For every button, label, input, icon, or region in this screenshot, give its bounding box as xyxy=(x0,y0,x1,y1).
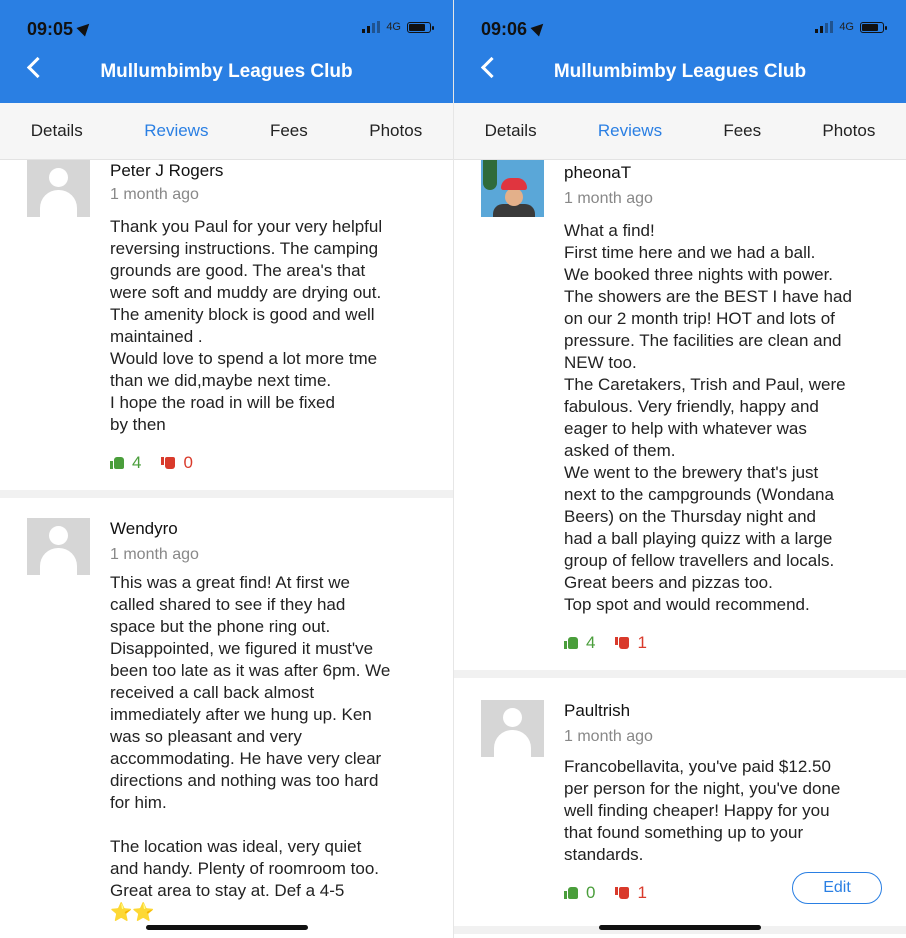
review-time: 1 month ago xyxy=(110,186,199,203)
reviews-list[interactable]: Peter J Rogers 1 month ago Thank you Pau… xyxy=(0,160,453,938)
upvote-button[interactable]: 4 xyxy=(110,453,141,473)
status-time: 09:05 xyxy=(27,19,94,40)
star-emoji: ⭐⭐ xyxy=(110,902,155,922)
downvote-count: 1 xyxy=(637,633,647,652)
reviewer-name: Paultrish xyxy=(564,701,631,720)
divider xyxy=(0,490,453,498)
tab-details[interactable]: Details xyxy=(27,115,87,147)
review-item: Wendyro 1 month ago This was a great fin… xyxy=(0,498,453,923)
vote-bar: 4 1 xyxy=(564,630,892,656)
thumbs-up-icon xyxy=(564,637,578,649)
battery-icon xyxy=(407,21,434,33)
thumbs-down-icon xyxy=(615,637,630,649)
divider xyxy=(454,670,906,678)
avatar-placeholder-icon xyxy=(481,700,544,757)
downvote-button[interactable]: 0 xyxy=(161,453,193,473)
tab-reviews[interactable]: Reviews xyxy=(594,115,666,147)
signal-icon xyxy=(362,21,381,33)
upvote-count: 0 xyxy=(586,883,596,902)
downvote-count: 1 xyxy=(637,883,647,902)
tab-photos[interactable]: Photos xyxy=(365,115,426,147)
tab-bar: Details Reviews Fees Photos xyxy=(0,103,453,160)
review-time: 1 month ago xyxy=(564,190,653,207)
battery-icon xyxy=(860,21,887,33)
home-indicator[interactable] xyxy=(599,925,761,930)
status-time: 09:06 xyxy=(481,19,548,40)
right-phone-screen: 09:06 4G Mullumbimby Leagues Club Detail… xyxy=(453,0,906,938)
review-time: 1 month ago xyxy=(110,546,199,563)
tab-bar: Details Reviews Fees Photos xyxy=(454,103,906,160)
page-title: Mullumbimby Leagues Club xyxy=(553,61,807,82)
downvote-button[interactable]: 1 xyxy=(615,633,647,653)
upvote-count: 4 xyxy=(586,633,596,652)
edit-button[interactable]: Edit xyxy=(792,872,882,904)
network-label: 4G xyxy=(839,21,854,33)
review-item: Paultrish 1 month ago Francobellavita, y… xyxy=(454,678,906,906)
reviews-list[interactable]: pheonaT 1 month ago What a find! First t… xyxy=(454,160,906,938)
vote-bar: 0 1 Edit xyxy=(564,872,892,906)
network-label: 4G xyxy=(386,21,401,33)
page-title: Mullumbimby Leagues Club xyxy=(100,61,353,82)
thumbs-up-icon xyxy=(110,457,124,469)
avatar-photo-icon xyxy=(481,160,544,217)
status-time-text: 09:06 xyxy=(481,19,528,39)
tab-details[interactable]: Details xyxy=(481,115,541,147)
app-header: 09:05 4G Mullumbimby Leagues Club xyxy=(0,0,453,103)
review-text: This was a great find! At first we calle… xyxy=(110,573,391,900)
status-indicators: 4G xyxy=(815,21,887,33)
left-phone-screen: 09:05 4G Mullumbimby Leagues Club Detail… xyxy=(0,0,453,938)
thumbs-down-icon xyxy=(615,887,630,899)
thumbs-up-icon xyxy=(564,887,578,899)
status-time-text: 09:05 xyxy=(27,19,74,39)
review-text: What a find! First time here and we had … xyxy=(564,221,852,614)
reviewer-name: Wendyro xyxy=(110,519,178,538)
vote-bar: 4 0 xyxy=(110,450,439,476)
downvote-button[interactable]: 1 xyxy=(615,883,647,903)
status-indicators: 4G xyxy=(362,21,434,33)
reviewer-name: Peter J Rogers xyxy=(110,161,224,180)
tab-photos[interactable]: Photos xyxy=(818,115,879,147)
upvote-button[interactable]: 4 xyxy=(564,633,595,653)
tab-fees[interactable]: Fees xyxy=(266,115,312,147)
review-text: Francobellavita, you've paid $12.50 per … xyxy=(564,757,841,864)
app-header: 09:06 4G Mullumbimby Leagues Club xyxy=(454,0,906,103)
avatar-placeholder-icon xyxy=(27,160,90,217)
tab-reviews[interactable]: Reviews xyxy=(140,115,212,147)
location-arrow-icon xyxy=(530,19,548,37)
avatar-placeholder-icon xyxy=(27,518,90,575)
home-indicator[interactable] xyxy=(145,925,308,930)
upvote-count: 4 xyxy=(132,453,142,472)
review-time: 1 month ago xyxy=(564,728,653,745)
location-arrow-icon xyxy=(76,19,94,37)
thumbs-down-icon xyxy=(161,457,176,469)
reviewer-name: pheonaT xyxy=(564,163,632,182)
signal-icon xyxy=(815,21,834,33)
review-item: pheonaT 1 month ago What a find! First t… xyxy=(454,160,906,656)
tab-fees[interactable]: Fees xyxy=(719,115,765,147)
review-text: Thank you Paul for your very helpful rev… xyxy=(110,217,383,434)
review-item: Peter J Rogers 1 month ago Thank you Pau… xyxy=(0,160,453,476)
upvote-button[interactable]: 0 xyxy=(564,883,595,903)
downvote-count: 0 xyxy=(183,453,193,472)
